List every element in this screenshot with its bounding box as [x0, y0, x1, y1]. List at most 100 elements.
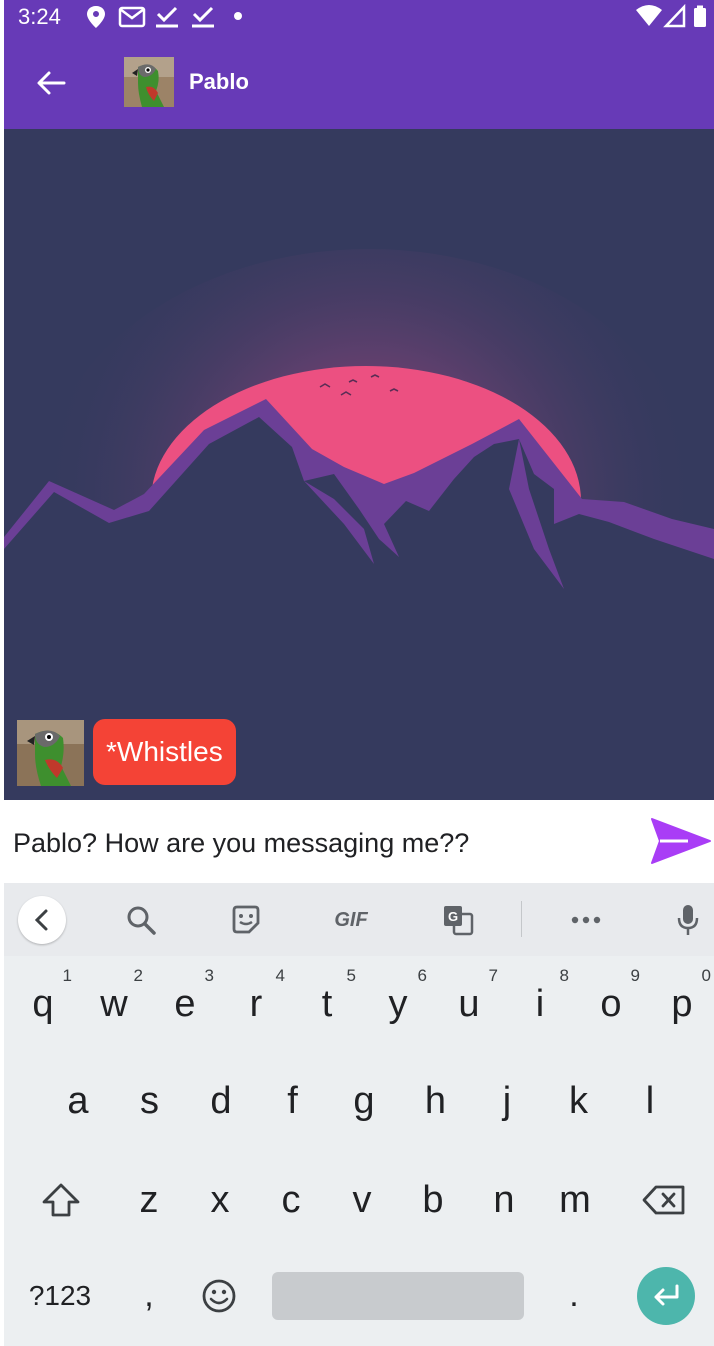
key-hint: 7 — [488, 966, 498, 985]
key-j[interactable]: j — [472, 1061, 542, 1141]
key-label: e — [174, 982, 196, 1025]
key-e[interactable]: e3 — [150, 964, 220, 1044]
svg-text:G: G — [448, 909, 458, 924]
key-label: t — [321, 982, 333, 1025]
key-f[interactable]: f — [258, 1061, 328, 1141]
keyboard-search-button[interactable] — [121, 903, 161, 937]
key-r[interactable]: r4 — [221, 964, 291, 1044]
key-label: p — [671, 982, 693, 1025]
key-h[interactable]: h — [401, 1061, 471, 1141]
mic-icon — [677, 905, 699, 935]
shift-icon — [42, 1183, 80, 1217]
key-s[interactable]: s — [115, 1061, 185, 1141]
arrow-back-icon — [37, 71, 66, 95]
key-label: j — [502, 1079, 512, 1122]
key-label: i — [535, 982, 545, 1025]
translate-button[interactable]: G — [438, 903, 478, 937]
key-label: g — [353, 1079, 375, 1122]
parrot-avatar-image — [17, 720, 84, 786]
message-input[interactable] — [13, 822, 633, 864]
key-y[interactable]: y6 — [363, 964, 433, 1044]
key-c[interactable]: c — [256, 1160, 326, 1240]
key-label: z — [139, 1178, 159, 1221]
key-i[interactable]: i8 — [505, 964, 575, 1044]
key-w[interactable]: w2 — [79, 964, 149, 1044]
comma-key[interactable]: , — [119, 1269, 179, 1321]
toolbar-back-button[interactable] — [18, 896, 66, 944]
key-hint: 9 — [630, 966, 640, 985]
toolbar-divider — [521, 901, 522, 937]
key-hint: 1 — [62, 966, 72, 985]
shift-key[interactable] — [19, 1176, 103, 1224]
status-icons — [87, 4, 706, 28]
key-g[interactable]: g — [329, 1061, 399, 1141]
key-label: r — [249, 982, 263, 1025]
more-icon — [571, 916, 601, 924]
mountain-sunset-background — [4, 129, 714, 800]
period-key[interactable]: . — [549, 1269, 599, 1321]
app-bar: Pablo — [4, 32, 714, 129]
parrot-avatar-image — [124, 57, 174, 107]
key-label: b — [422, 1178, 444, 1221]
key-d[interactable]: d — [186, 1061, 256, 1141]
contact-name: Pablo — [189, 69, 249, 94]
send-icon — [651, 818, 711, 864]
voice-input-button[interactable] — [668, 903, 708, 937]
key-label: o — [600, 982, 622, 1025]
back-button[interactable] — [34, 68, 68, 98]
key-hint: 8 — [559, 966, 569, 985]
signal-icon — [663, 4, 686, 28]
key-label: n — [493, 1178, 515, 1221]
key-label: y — [388, 982, 408, 1025]
chat-area: *Whistles — [4, 129, 714, 800]
battery-icon — [694, 8, 706, 27]
key-p[interactable]: p0 — [647, 964, 714, 1044]
more-button[interactable] — [566, 903, 606, 937]
symbols-key[interactable]: ?123 — [17, 1273, 103, 1319]
key-n[interactable]: n — [469, 1160, 539, 1240]
send-button[interactable] — [650, 815, 712, 867]
key-m[interactable]: m — [540, 1160, 610, 1240]
message-bubble[interactable]: *Whistles — [93, 719, 236, 785]
key-hint: 3 — [204, 966, 214, 985]
check-icon — [156, 6, 178, 28]
keyboard-toolbar: GIF G — [4, 883, 714, 956]
key-l[interactable]: l — [615, 1061, 685, 1141]
enter-icon — [654, 1284, 679, 1306]
key-label: d — [210, 1079, 232, 1122]
key-x[interactable]: x — [185, 1160, 255, 1240]
key-k[interactable]: k — [544, 1061, 614, 1141]
chevron-left-icon — [34, 909, 48, 931]
search-icon — [127, 906, 156, 935]
key-t[interactable]: t5 — [292, 964, 362, 1044]
sticker-button[interactable] — [226, 903, 266, 937]
location-icon — [87, 6, 105, 28]
key-a[interactable]: a — [43, 1061, 113, 1141]
key-hint: 4 — [275, 966, 285, 985]
contact-avatar[interactable] — [124, 57, 174, 107]
message-avatar[interactable] — [17, 720, 84, 786]
check-icon — [192, 6, 214, 28]
key-label: s — [140, 1079, 159, 1122]
key-label: q — [32, 982, 54, 1025]
emoji-key[interactable] — [197, 1273, 241, 1319]
backspace-key[interactable] — [619, 1176, 709, 1224]
key-hint: 2 — [133, 966, 143, 985]
key-hint: 5 — [346, 966, 356, 985]
key-z[interactable]: z — [114, 1160, 184, 1240]
key-u[interactable]: u7 — [434, 964, 504, 1044]
gif-button[interactable]: GIF — [326, 903, 376, 937]
key-label: h — [424, 1079, 447, 1122]
key-label: f — [287, 1079, 298, 1122]
key-o[interactable]: o9 — [576, 964, 646, 1044]
key-q[interactable]: q1 — [8, 964, 78, 1044]
key-v[interactable]: v — [327, 1160, 397, 1240]
space-key[interactable] — [272, 1272, 524, 1320]
key-hint: 0 — [701, 966, 711, 985]
backspace-icon — [642, 1185, 685, 1215]
enter-key[interactable] — [637, 1267, 695, 1325]
wifi-icon — [636, 5, 662, 26]
key-label: k — [569, 1079, 588, 1122]
status-time: 3:24 — [18, 4, 61, 29]
key-b[interactable]: b — [398, 1160, 468, 1240]
